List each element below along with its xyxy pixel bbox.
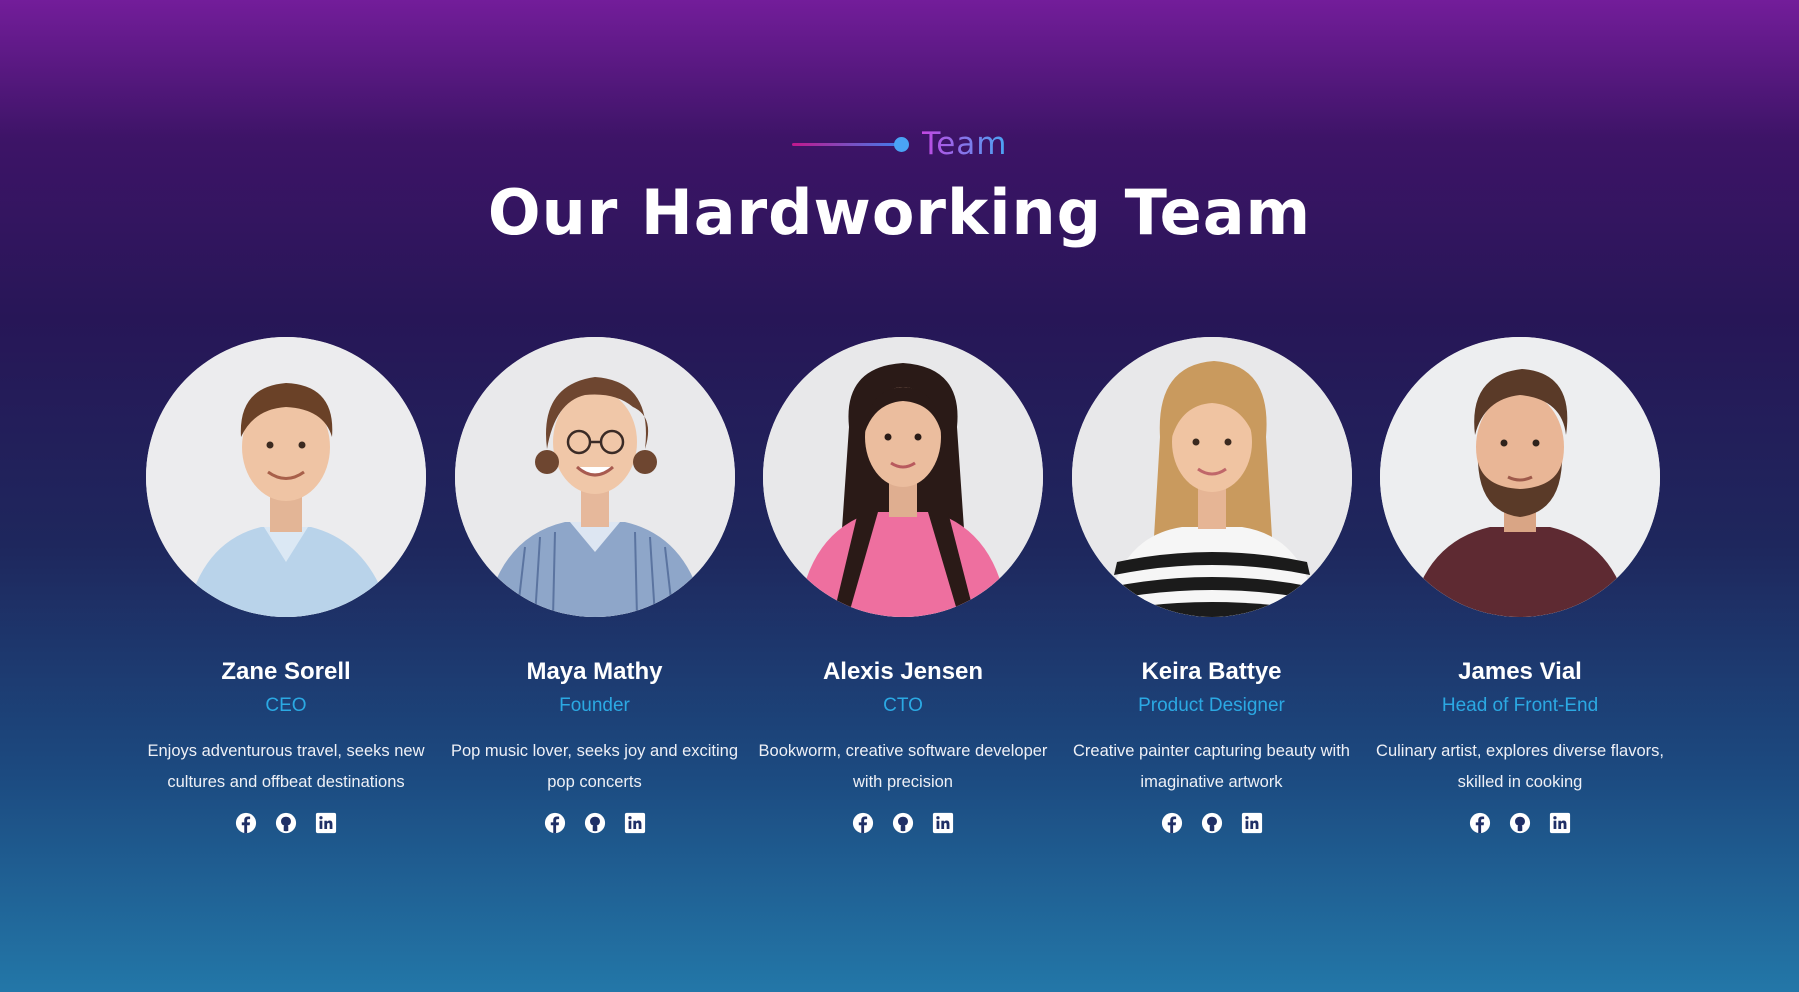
team-card: Keira Battye Product Designer Creative p…	[1067, 337, 1357, 834]
eyebrow-line-decoration	[791, 136, 909, 152]
member-role: Product Designer	[1138, 695, 1285, 716]
linkedin-icon[interactable]	[1549, 812, 1571, 834]
member-name: Zane Sorell	[221, 658, 351, 685]
member-bio: Pop music lover, seeks joy and exciting …	[450, 742, 739, 791]
social-links	[235, 812, 337, 834]
page-title: Our Hardworking Team	[487, 176, 1312, 249]
team-card: Maya Mathy Founder Pop music lover, seek…	[450, 337, 740, 834]
member-bio: Creative painter capturing beauty with i…	[1073, 742, 1350, 791]
linkedin-icon[interactable]	[315, 812, 337, 834]
member-role: Head of Front-End	[1441, 695, 1599, 716]
member-photo	[1380, 337, 1660, 617]
member-name: Keira Battye	[1141, 658, 1282, 685]
member-role: Founder	[559, 695, 630, 716]
linkedin-icon[interactable]	[932, 812, 954, 834]
linkedin-icon[interactable]	[624, 812, 646, 834]
linkedin-icon[interactable]	[1241, 812, 1263, 834]
member-role: CTO	[883, 695, 923, 716]
facebook-icon[interactable]	[1161, 812, 1183, 834]
member-bio: Bookworm, creative software developer wi…	[758, 742, 1048, 791]
member-name: Alexis Jensen	[822, 658, 984, 685]
member-photo	[454, 337, 735, 617]
github-icon[interactable]	[1201, 812, 1223, 834]
github-icon[interactable]	[1509, 812, 1531, 834]
github-icon[interactable]	[584, 812, 606, 834]
team-card: Zane Sorell CEO Enjoys adventurous trave…	[141, 337, 431, 834]
team-card: Alexis Jensen CTO Bookworm, creative sof…	[758, 337, 1048, 834]
social-links	[544, 812, 646, 834]
section-eyebrow: Team	[0, 124, 1799, 164]
member-bio: Enjoys adventurous travel, seeks new cul…	[147, 742, 425, 791]
member-name: James Vial	[1458, 658, 1582, 685]
member-role: CEO	[265, 695, 307, 716]
member-name: Maya Mathy	[526, 658, 663, 685]
team-grid: Zane Sorell CEO Enjoys adventurous trave…	[141, 337, 1665, 834]
facebook-icon[interactable]	[544, 812, 566, 834]
eyebrow-label: Team	[921, 126, 1008, 162]
social-links	[1161, 812, 1263, 834]
eyebrow-dot	[893, 136, 909, 152]
github-icon[interactable]	[275, 812, 297, 834]
social-links	[852, 812, 954, 834]
facebook-icon[interactable]	[235, 812, 257, 834]
member-photo	[1071, 337, 1352, 617]
social-links	[1469, 812, 1571, 834]
member-bio: Culinary artist, explores diverse flavor…	[1376, 742, 1664, 791]
github-icon[interactable]	[892, 812, 914, 834]
team-card: James Vial Head of Front-End Culinary ar…	[1375, 337, 1665, 834]
member-photo	[146, 337, 426, 617]
member-photo	[763, 337, 1043, 617]
facebook-icon[interactable]	[1469, 812, 1491, 834]
facebook-icon[interactable]	[852, 812, 874, 834]
